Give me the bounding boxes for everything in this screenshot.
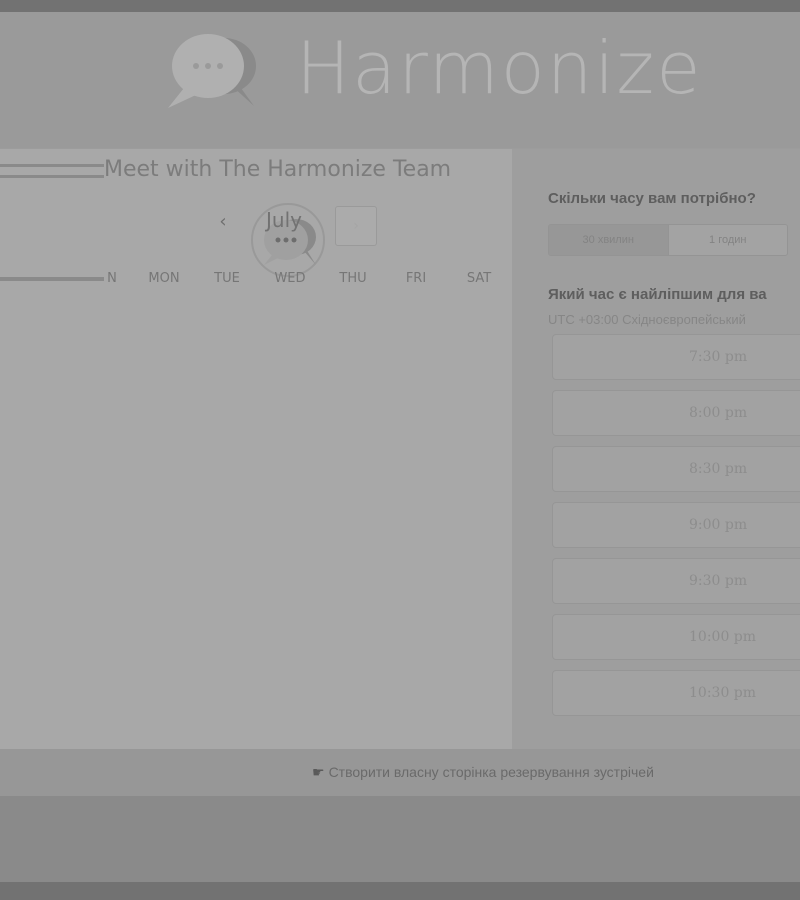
time-slot[interactable]: 9:30 pm — [552, 558, 800, 604]
weekday-sun: N — [107, 271, 117, 286]
weekday-tue: TUE — [214, 271, 240, 286]
time-slot[interactable]: 7:30 pm — [552, 334, 800, 380]
meeting-title: Meet with The Harmonize Team — [104, 157, 452, 182]
title-decoration-line — [0, 164, 104, 178]
weekday-sat: SAT — [466, 271, 492, 286]
time-slot[interactable]: 8:30 pm — [552, 446, 800, 492]
header: Harmonize — [0, 12, 800, 148]
weekday-mon: MON — [148, 271, 180, 286]
bottom-band — [0, 796, 800, 882]
footer-link-text: Створити власну сторінка резервування зу… — [328, 764, 654, 780]
time-slot[interactable]: 10:00 pm — [552, 614, 800, 660]
next-month-button[interactable]: › — [335, 206, 377, 246]
duration-selector: 30 хвилин 1 годин — [548, 224, 788, 256]
time-question: Який час є найліпшим для ва — [548, 286, 767, 303]
booking-page: Harmonize Meet with The Harmonize Team ‹… — [0, 12, 800, 882]
weekday-thu: THU — [339, 271, 367, 286]
duration-question: Скільки часу вам потрібно? — [548, 190, 756, 207]
weekday-wed: WED — [274, 271, 306, 286]
time-slot[interactable]: 8:00 pm — [552, 390, 800, 436]
time-slot[interactable]: 10:30 pm — [552, 670, 800, 716]
brand-name: Harmonize — [296, 26, 703, 110]
chat-bubbles-logo-icon — [168, 34, 256, 108]
month-label: July — [266, 208, 302, 232]
duration-option-30min[interactable]: 30 хвилин — [549, 225, 669, 255]
duration-option-1hour[interactable]: 1 годин — [668, 225, 787, 255]
weekday-fri: FRI — [405, 271, 427, 286]
timezone-label[interactable]: UTC +03:00 Східноєвропейський — [548, 312, 746, 327]
hand-pointer-icon: ☛ — [312, 764, 325, 780]
create-booking-page-link[interactable]: ☛ Створити власну сторінка резервування з… — [312, 764, 654, 781]
prev-month-button[interactable]: ‹ — [208, 207, 238, 237]
calendar-card — [0, 149, 512, 749]
time-slot[interactable]: 9:00 pm — [552, 502, 800, 548]
